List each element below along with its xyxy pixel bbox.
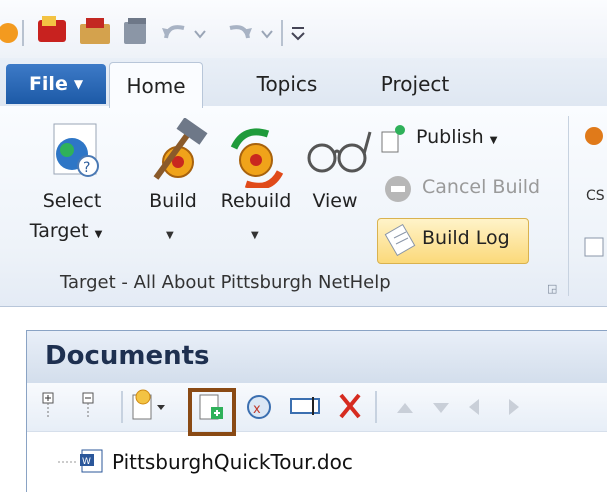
move-left-icon	[469, 399, 479, 415]
chevron-down-icon: ▼	[489, 135, 498, 146]
next-group-icons: CS	[584, 127, 605, 257]
stop-icon	[385, 176, 411, 202]
select-target-label-text: Target	[29, 220, 89, 242]
view-button[interactable]: View	[304, 118, 372, 228]
tab-topics-label: Topics	[256, 72, 318, 96]
undo-dropdown-icon	[194, 30, 206, 39]
app-orb-icon	[0, 23, 18, 43]
publish-button[interactable]: Publish ▼	[378, 122, 528, 156]
chevron-down-icon: ▼	[94, 229, 103, 240]
dialog-launcher-icon[interactable]: ◲	[547, 282, 557, 295]
svg-text:CS: CS	[586, 188, 605, 204]
build-label: Build	[149, 190, 197, 212]
move-down-icon	[433, 403, 449, 413]
chevron-down-icon: ▼	[166, 230, 174, 241]
ribbon-group-separator	[568, 116, 569, 296]
link-document-icon: x	[247, 395, 271, 419]
tab-home[interactable]: Home	[109, 62, 203, 108]
publish-label: Publish ▼	[416, 126, 497, 148]
add-document-highlight[interactable]	[188, 388, 236, 436]
quick-access-toolbar	[0, 0, 607, 58]
view-label: View	[312, 190, 358, 212]
move-right-icon	[509, 399, 519, 415]
rename-icon	[290, 397, 320, 415]
select-target-label-1: Select	[42, 190, 102, 212]
svg-text:x: x	[253, 402, 261, 417]
select-target-button[interactable]: ? Select Target ▼	[30, 118, 116, 258]
ribbon-group-label: Target - All About Pittsburgh NetHelp	[60, 272, 391, 293]
tab-project[interactable]: Project	[360, 62, 470, 106]
build-hammer-icon	[153, 117, 208, 180]
cancel-build-button: Cancel Build	[378, 172, 558, 206]
rebuild-label: Rebuild	[220, 190, 292, 212]
tab-home-label: Home	[126, 73, 186, 98]
documents-toolbar-icons: x	[42, 389, 519, 423]
customize-qat-icon	[291, 27, 305, 41]
globe-help-icon: ?	[53, 123, 99, 177]
quick-access-icons	[0, 16, 305, 46]
word-document-icon: W	[58, 449, 103, 473]
publish-label-text: Publish	[416, 126, 484, 148]
delete-icon	[339, 393, 361, 419]
tab-topics[interactable]: Topics	[231, 62, 343, 106]
documents-toolbar: x	[27, 383, 607, 432]
file-tab-label: File	[28, 73, 68, 95]
save-all-icon	[124, 22, 146, 44]
rebuild-icon	[230, 128, 284, 190]
select-target-label-2: Target ▼	[26, 220, 106, 242]
redo-dropdown-icon	[261, 30, 273, 39]
new-document-dropdown-icon	[132, 389, 165, 420]
chevron-down-icon: ▼	[73, 77, 84, 91]
chevron-down-icon: ▼	[251, 230, 259, 241]
svg-text:W: W	[82, 457, 91, 467]
document-tree-item[interactable]: PittsburghQuickTour.doc	[112, 450, 353, 474]
publish-icon	[381, 125, 405, 153]
cancel-build-label: Cancel Build	[422, 176, 541, 198]
expand-all-icon	[42, 392, 54, 419]
svg-text:?: ?	[83, 160, 90, 176]
build-log-icon	[384, 224, 416, 257]
documents-panel-header: Documents	[27, 331, 607, 383]
documents-title: Documents	[45, 341, 210, 371]
build-log-button[interactable]: Build Log	[377, 218, 529, 264]
collapse-all-icon	[82, 392, 94, 419]
rebuild-button[interactable]: Rebuild ▼	[210, 118, 302, 258]
glasses-icon	[307, 131, 372, 173]
move-up-icon	[397, 403, 413, 413]
build-log-label: Build Log	[422, 227, 510, 249]
build-button[interactable]: Build ▼	[138, 117, 212, 258]
tab-file[interactable]: File ▼	[6, 64, 106, 104]
tab-project-label: Project	[380, 72, 450, 96]
